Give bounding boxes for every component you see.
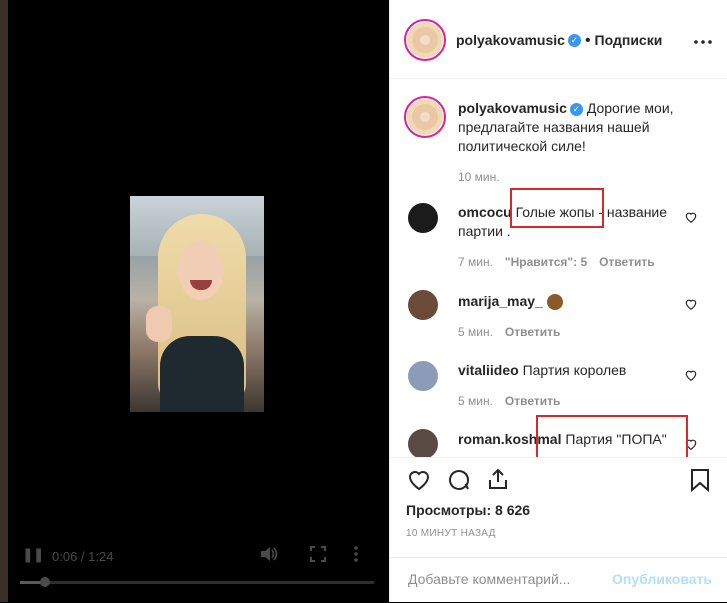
comment-avatar[interactable] (408, 203, 438, 233)
comment-item: vitaliideo Партия королев 5 мин. Ответить (458, 361, 680, 408)
comment-input[interactable] (406, 570, 610, 588)
caption-username[interactable]: polyakovamusic (458, 100, 567, 116)
video-player[interactable]: ❚❚ 0:06 / 1:24 (8, 0, 389, 602)
caption-time: 10 мин. (458, 170, 500, 184)
monkey-emoji-icon (546, 294, 563, 311)
reply-button[interactable]: Ответить (505, 394, 560, 408)
comment-avatar[interactable] (408, 429, 438, 457)
comment-composer: Опубликовать (390, 557, 727, 603)
comment-avatar[interactable] (408, 290, 438, 320)
post-header: polyakovamusic ✓ • Подписки (390, 0, 727, 79)
bookmark-icon[interactable] (690, 468, 710, 492)
comment-username[interactable]: omcocu (458, 204, 512, 220)
reply-button[interactable]: Ответить (599, 255, 654, 269)
video-scene-dress (160, 336, 244, 412)
separator-dot: • (584, 32, 591, 49)
post-actions: Просмотры: 8 626 10 МИНУТ НАЗАД (390, 457, 727, 558)
video-time: 0:06 / 1:24 (52, 549, 114, 564)
video-scene-face (178, 240, 224, 300)
caption: polyakovamusic ✓ Дорогие мои, предлагайте… (458, 99, 708, 184)
video-scene-hand (146, 306, 172, 342)
reply-button[interactable]: Ответить (505, 325, 560, 339)
like-comment-heart-icon[interactable] (684, 368, 698, 382)
seek-bar[interactable] (20, 581, 374, 584)
volume-icon[interactable] (260, 546, 278, 567)
seek-handle[interactable] (39, 577, 50, 587)
comment-text: Партия королев (522, 362, 627, 378)
following-button[interactable]: Подписки (595, 32, 663, 48)
views-count[interactable]: Просмотры: 8 626 (406, 502, 530, 518)
pause-icon[interactable]: ❚❚ (22, 546, 44, 563)
comment-time: 7 мин. (458, 255, 493, 269)
comment-avatar[interactable] (408, 361, 438, 391)
publish-button[interactable]: Опубликовать (612, 571, 712, 587)
comment-time: 5 мин. (458, 325, 493, 339)
more-options-icon[interactable] (694, 28, 712, 49)
header-author-line: polyakovamusic ✓ • Подписки (456, 32, 662, 50)
post-panel: polyakovamusic ✓ • Подписки polyakovamusic ✓… (389, 0, 727, 602)
author-username[interactable]: polyakovamusic (456, 32, 565, 48)
like-comment-heart-icon[interactable] (684, 210, 698, 224)
verified-badge-icon: ✓ (567, 34, 581, 48)
background-edge (0, 0, 8, 602)
comment-item: marija_may_ 5 мин. Ответить (458, 292, 680, 339)
video-frame[interactable] (130, 196, 264, 412)
like-comment-heart-icon[interactable] (684, 297, 698, 311)
post-timestamp: 10 МИНУТ НАЗАД (406, 528, 496, 539)
highlight-box (536, 415, 688, 457)
comment-username[interactable]: vitaliideo (458, 362, 519, 378)
author-avatar[interactable] (404, 19, 446, 61)
verified-badge-icon: ✓ (569, 102, 583, 116)
comment-time: 5 мин. (458, 394, 493, 408)
comment-bubble-icon[interactable] (446, 468, 472, 492)
caption-avatar[interactable] (404, 96, 446, 138)
fullscreen-icon[interactable] (310, 546, 326, 567)
highlight-box (510, 188, 604, 228)
more-vertical-icon[interactable] (353, 546, 359, 567)
comment-username[interactable]: marija_may_ (458, 293, 543, 309)
share-icon[interactable] (486, 467, 510, 491)
like-heart-icon[interactable] (406, 468, 432, 492)
comments-list[interactable]: polyakovamusic ✓ Дорогие мои, предлагайте… (390, 79, 727, 457)
comment-likes[interactable]: "Нравится": 5 (505, 255, 587, 269)
